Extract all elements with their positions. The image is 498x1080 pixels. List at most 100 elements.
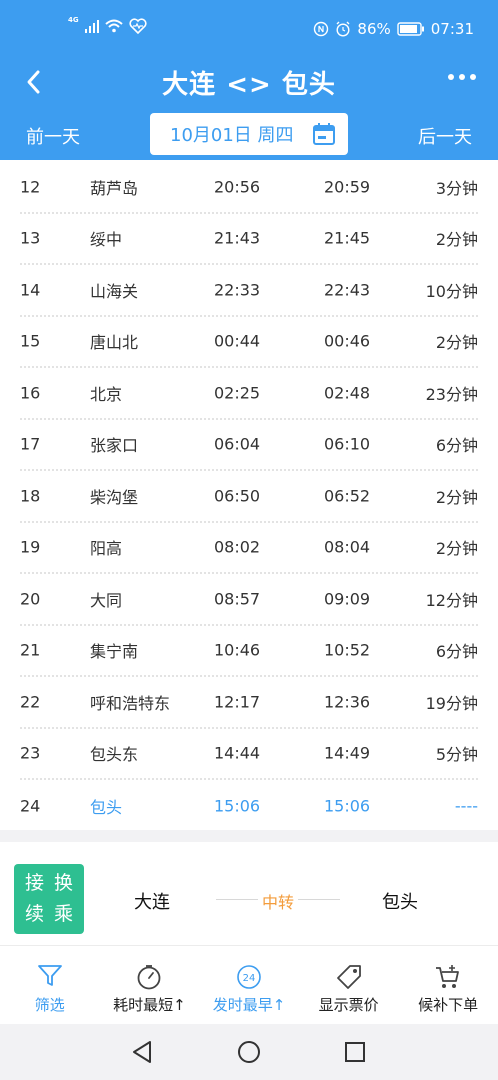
clock-24-icon: 24 bbox=[237, 965, 261, 989]
stop-number: 19 bbox=[20, 537, 41, 557]
dot bbox=[470, 74, 476, 80]
arrive-time: 00:44 bbox=[214, 331, 261, 351]
depart-time: 08:04 bbox=[324, 537, 371, 557]
nav-recents-icon[interactable] bbox=[343, 1040, 367, 1064]
stay-duration: 2分钟 bbox=[435, 539, 478, 559]
timer-icon bbox=[137, 965, 161, 990]
title-bar: 大连 <> 包头 前一天 10月01日 周四 后一天 bbox=[0, 60, 498, 160]
arrive-time: 08:02 bbox=[214, 537, 261, 557]
depart-time: 02:48 bbox=[324, 383, 371, 403]
stop-number: 17 bbox=[20, 434, 41, 454]
sort-duration-button[interactable]: 耗时最短↑ bbox=[100, 948, 200, 1024]
depart-time: 15:06 bbox=[324, 796, 371, 816]
stop-row: 12 葫芦岛 20:56 20:59 3分钟 bbox=[20, 162, 478, 214]
stop-number: 18 bbox=[20, 486, 41, 506]
stop-number: 21 bbox=[20, 640, 41, 660]
stop-row: 16 北京 02:25 02:48 23分钟 bbox=[20, 368, 478, 420]
stay-duration: 10分钟 bbox=[425, 281, 478, 301]
stop-row-destination: 24 包头 15:06 15:06 ---- bbox=[20, 780, 478, 832]
depart-time: 20:59 bbox=[324, 177, 371, 197]
divider-line bbox=[216, 899, 258, 900]
stop-row: 23 包头东 14:44 14:49 5分钟 bbox=[20, 729, 478, 780]
stop-number: 22 bbox=[20, 692, 41, 712]
badge-char: 续 bbox=[24, 903, 44, 925]
stop-number: 12 bbox=[20, 177, 41, 197]
stop-row: 20 大同 08:57 09:09 12分钟 bbox=[20, 574, 478, 626]
stop-number: 23 bbox=[20, 743, 41, 763]
stop-row: 18 柴沟堡 06:50 06:52 2分钟 bbox=[20, 471, 478, 523]
status-bar: 4G 86% 07:31 bbox=[0, 0, 498, 60]
nav-home-icon[interactable] bbox=[237, 1040, 261, 1064]
waitlist-order-button[interactable]: 候补下单 bbox=[398, 948, 498, 1024]
stop-number: 13 bbox=[20, 228, 41, 248]
stay-duration: 19分钟 bbox=[425, 693, 478, 713]
section-divider bbox=[0, 830, 498, 842]
stay-duration: 12分钟 bbox=[425, 590, 478, 610]
system-nav-bar bbox=[0, 1024, 498, 1080]
date-selector[interactable]: 10月01日 周四 bbox=[150, 113, 348, 155]
bottom-toolbar: 筛选 耗时最短↑ 24 发时最早↑ 显示票价 候补下单 bbox=[0, 948, 498, 1024]
battery-icon bbox=[397, 22, 424, 36]
sort-departure-button[interactable]: 24 发时最早↑ bbox=[199, 948, 299, 1024]
clock-time: 07:31 bbox=[430, 20, 474, 38]
nfc-icon bbox=[314, 21, 329, 37]
prev-day-button[interactable]: 前一天 bbox=[26, 123, 80, 149]
stop-row: 19 阳高 08:02 08:04 2分钟 bbox=[20, 523, 478, 574]
divider-line bbox=[298, 899, 340, 900]
arrive-time: 02:25 bbox=[214, 383, 261, 403]
depart-time: 06:52 bbox=[324, 486, 371, 506]
health-heart-icon bbox=[129, 18, 147, 34]
stay-duration: 6分钟 bbox=[435, 642, 478, 662]
more-options-button[interactable] bbox=[448, 74, 476, 80]
stay-duration: 23分钟 bbox=[425, 384, 478, 404]
depart-time: 22:43 bbox=[324, 280, 371, 300]
dot bbox=[459, 74, 465, 80]
depart-time: 10:52 bbox=[324, 640, 371, 660]
stay-duration: 3分钟 bbox=[435, 178, 478, 198]
badge-char: 换 bbox=[53, 872, 73, 894]
waitlist-order-label: 候补下单 bbox=[418, 996, 479, 1014]
arrive-time: 20:56 bbox=[214, 177, 261, 197]
stop-name: 柴沟堡 bbox=[90, 487, 139, 507]
filter-icon bbox=[37, 965, 62, 986]
stop-list: 12 葫芦岛 20:56 20:59 3分钟 13 绥中 21:43 21:45… bbox=[0, 162, 498, 832]
transfer-panel[interactable]: 接 换 续 乘 大连 中转 包头 bbox=[0, 842, 498, 946]
stop-number: 15 bbox=[20, 331, 41, 351]
next-day-button[interactable]: 后一天 bbox=[418, 123, 472, 149]
arrive-time: 12:17 bbox=[214, 692, 261, 712]
depart-time: 14:49 bbox=[324, 743, 371, 763]
stop-name: 大同 bbox=[90, 590, 123, 610]
sort-departure-label: 发时最早↑ bbox=[212, 996, 286, 1014]
dot bbox=[448, 74, 454, 80]
transfer-to: 包头 bbox=[382, 892, 418, 913]
stop-name: 包头 bbox=[90, 797, 123, 817]
status-left: 4G bbox=[68, 16, 147, 34]
transfer-badge: 接 换 续 乘 bbox=[14, 864, 84, 934]
transfer-from: 大连 bbox=[134, 892, 170, 913]
arrive-time: 15:06 bbox=[214, 796, 261, 816]
arrive-time: 10:46 bbox=[214, 640, 261, 660]
stop-name: 北京 bbox=[90, 384, 123, 404]
show-price-button[interactable]: 显示票价 bbox=[299, 948, 399, 1024]
depart-time: 00:46 bbox=[324, 331, 371, 351]
sort-duration-label: 耗时最短↑ bbox=[113, 996, 186, 1014]
wifi-icon bbox=[104, 19, 123, 33]
depart-time: 21:45 bbox=[324, 228, 371, 248]
network-type: 4G bbox=[68, 16, 79, 24]
stop-name: 阳高 bbox=[90, 539, 123, 559]
stop-number: 24 bbox=[20, 796, 41, 816]
page-title: 大连 <> 包头 bbox=[162, 70, 336, 100]
stay-duration: 2分钟 bbox=[435, 487, 478, 507]
arrive-time: 21:43 bbox=[214, 228, 261, 248]
cart-add-icon bbox=[436, 965, 460, 988]
depart-time: 09:09 bbox=[324, 589, 371, 609]
stop-row: 14 山海关 22:33 22:43 10分钟 bbox=[20, 265, 478, 317]
stop-name: 集宁南 bbox=[90, 642, 139, 662]
stop-name: 张家口 bbox=[90, 436, 139, 456]
arrive-time: 08:57 bbox=[214, 589, 261, 609]
show-price-label: 显示票价 bbox=[318, 996, 379, 1014]
nav-back-icon[interactable] bbox=[130, 1040, 154, 1064]
filter-button[interactable]: 筛选 bbox=[0, 948, 100, 1024]
stop-name: 山海关 bbox=[90, 281, 139, 301]
badge-char: 乘 bbox=[53, 903, 73, 925]
